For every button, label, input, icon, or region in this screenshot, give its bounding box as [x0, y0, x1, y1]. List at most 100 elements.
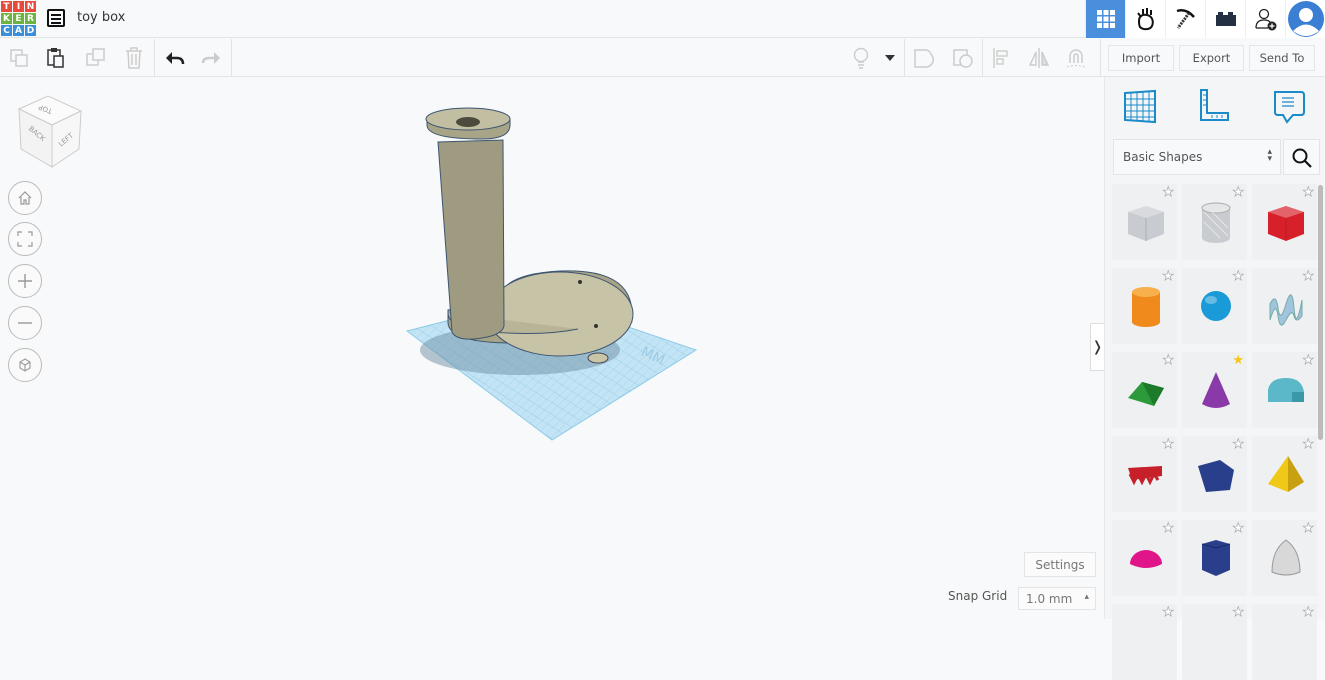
shape-item[interactable]: ★: [1182, 436, 1247, 512]
hexagonal-prism-icon: [1201, 540, 1231, 576]
shape-category-select[interactable]: Basic Shapes ▴ ▾: [1113, 139, 1281, 175]
logo-letter: D: [25, 25, 36, 36]
favorite-star-icon[interactable]: ★: [1232, 269, 1244, 285]
magnet-icon[interactable]: [1063, 45, 1089, 71]
favorite-star-icon[interactable]: ★: [1302, 521, 1314, 537]
favorite-star-icon[interactable]: ★: [1232, 437, 1244, 453]
favorite-star-icon[interactable]: ★: [1302, 605, 1314, 621]
half-sphere-icon: [1130, 550, 1162, 568]
polygon-icon: [1198, 460, 1234, 492]
favorite-star-icon[interactable]: ★: [1232, 353, 1244, 368]
shape-item[interactable]: ★: [1182, 184, 1247, 260]
logo-letter: C: [1, 25, 12, 36]
favorite-star-icon[interactable]: ★: [1232, 605, 1244, 621]
workplane-grid-icon[interactable]: [1121, 87, 1161, 127]
duplicate-icon[interactable]: [83, 45, 109, 71]
shape-item[interactable]: ★: [1252, 436, 1317, 512]
shape-item[interactable]: ★: [1112, 268, 1177, 344]
shape-item[interactable]: ★: [1112, 520, 1177, 596]
favorite-star-icon[interactable]: ★: [1162, 353, 1174, 369]
shape-item[interactable]: ★: [1252, 520, 1317, 596]
import-button[interactable]: Import: [1108, 45, 1174, 71]
ruler-icon[interactable]: [1195, 87, 1235, 127]
pyramid-icon: [1268, 456, 1304, 492]
brick-icon[interactable]: [1205, 0, 1245, 38]
ortho-view-button[interactable]: [8, 348, 42, 382]
avatar[interactable]: [1285, 0, 1325, 38]
notes-icon[interactable]: [1269, 87, 1309, 127]
group-icon[interactable]: [911, 45, 937, 71]
scribble-icon: [1269, 294, 1303, 326]
send-to-button[interactable]: Send To: [1249, 45, 1315, 71]
fit-view-button[interactable]: [8, 222, 42, 256]
favorite-star-icon[interactable]: ★: [1162, 605, 1174, 621]
logo-letter: R: [25, 13, 36, 24]
shape-item[interactable]: ★: [1112, 604, 1177, 680]
shape-item[interactable]: ★: [1112, 352, 1177, 428]
settings-button[interactable]: Settings: [1024, 552, 1096, 577]
snap-grid-select[interactable]: 1.0 mm: [1018, 587, 1096, 610]
favorite-star-icon[interactable]: ★: [1302, 185, 1314, 201]
shape-item[interactable]: ★: [1112, 436, 1177, 512]
viewcube[interactable]: TOP BACK LEFT: [15, 94, 85, 169]
add-user-icon[interactable]: [1245, 0, 1285, 38]
logo-letter: E: [13, 13, 24, 24]
toolbar: Import Export Send To: [0, 39, 1325, 77]
design-list-icon[interactable]: [47, 9, 65, 27]
lightbulb-icon[interactable]: [848, 45, 874, 71]
mirror-icon[interactable]: [1026, 45, 1052, 71]
home-view-button[interactable]: [8, 181, 42, 215]
cylinder-hole-icon: [1201, 202, 1231, 243]
minecraft-pickaxe-icon[interactable]: [1165, 0, 1205, 38]
sphere-icon: [1201, 291, 1231, 321]
shape-item[interactable]: ★: [1252, 604, 1317, 680]
shape-item[interactable]: ★: [1182, 520, 1247, 596]
shape-item[interactable]: ★: [1112, 184, 1177, 260]
shape-item[interactable]: ★: [1182, 352, 1247, 428]
text-icon: [1128, 466, 1162, 486]
panel-scrollbar[interactable]: [1318, 185, 1323, 440]
box-icon: [1128, 206, 1164, 241]
round-roof-icon: [1268, 378, 1304, 402]
zoom-in-button[interactable]: [8, 264, 42, 298]
undo-icon[interactable]: [162, 45, 188, 71]
ungroup-icon[interactable]: [950, 45, 976, 71]
favorite-star-icon[interactable]: ★: [1232, 521, 1244, 537]
workplane-3d-model[interactable]: MM: [400, 100, 710, 450]
shape-item[interactable]: ★: [1182, 268, 1247, 344]
delete-icon[interactable]: [121, 45, 147, 71]
favorite-star-icon[interactable]: ★: [1162, 269, 1174, 285]
favorite-star-icon[interactable]: ★: [1162, 185, 1174, 201]
tinkercad-logo[interactable]: TIN KER CAD: [1, 1, 36, 36]
logo-letter: T: [1, 1, 12, 12]
copy-icon[interactable]: [6, 45, 32, 71]
chevron-down-icon[interactable]: [880, 45, 900, 71]
export-button[interactable]: Export: [1179, 45, 1244, 71]
favorite-star-icon[interactable]: ★: [1302, 269, 1314, 285]
top-bar: TIN KER CAD toy box: [0, 0, 1325, 38]
favorite-star-icon[interactable]: ★: [1302, 353, 1314, 369]
favorite-star-icon[interactable]: ★: [1232, 185, 1244, 201]
roof-icon: [1128, 382, 1164, 406]
logo-letter: K: [1, 13, 12, 24]
redo-icon[interactable]: [198, 45, 224, 71]
shape-item[interactable]: ★: [1252, 268, 1317, 344]
shape-item[interactable]: ★: [1252, 352, 1317, 428]
logo-letter: A: [13, 25, 24, 36]
logo-letter: N: [25, 1, 36, 12]
collapse-panel-button[interactable]: ❭: [1090, 323, 1104, 371]
favorite-star-icon[interactable]: ★: [1162, 521, 1174, 537]
align-icon[interactable]: [988, 45, 1014, 71]
favorite-star-icon[interactable]: ★: [1162, 437, 1174, 453]
zoom-out-button[interactable]: [8, 306, 42, 340]
select-arrows-icon: ▴ ▾: [1267, 147, 1272, 164]
design-title[interactable]: toy box: [77, 10, 125, 25]
circuits-hand-icon[interactable]: [1125, 0, 1165, 38]
search-button[interactable]: [1283, 139, 1320, 175]
3d-design-grid-icon[interactable]: [1085, 0, 1125, 38]
paste-icon[interactable]: [43, 45, 69, 71]
shape-item[interactable]: ★: [1252, 184, 1317, 260]
shape-item[interactable]: ★: [1182, 604, 1247, 680]
favorite-star-icon[interactable]: ★: [1302, 437, 1314, 453]
logo-letter: I: [13, 1, 24, 12]
